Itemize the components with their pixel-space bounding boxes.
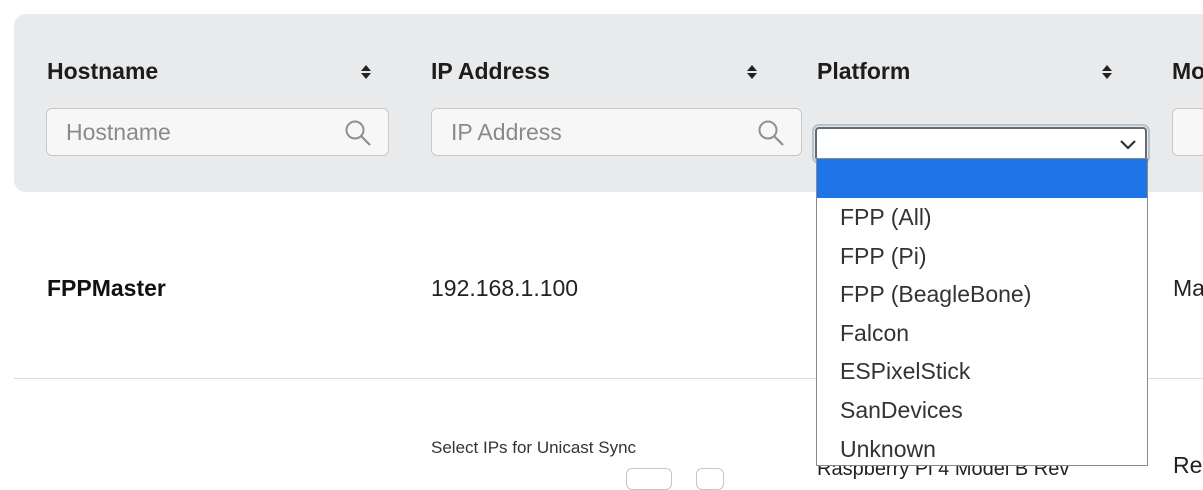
sort-icon[interactable] [360, 64, 372, 80]
column-title-hostname[interactable]: Hostname [47, 58, 158, 85]
platform-option-fpp-pi[interactable]: FPP (Pi) [817, 237, 1147, 276]
unicast-ip-select[interactable] [626, 468, 672, 490]
platform-filter-select[interactable] [812, 124, 1150, 164]
unicast-sync-label: Select IPs for Unicast Sync [431, 438, 637, 457]
column-title-platform[interactable]: Platform [817, 58, 910, 85]
row-hostname[interactable]: FPPMaster [47, 275, 166, 302]
unicast-ip-checkbox[interactable] [696, 468, 724, 490]
column-title-mode[interactable]: Mo [1172, 58, 1203, 85]
platform-option-fpp-beaglebone[interactable]: FPP (BeagleBone) [817, 275, 1147, 314]
platform-option-espixelstick[interactable]: ESPixelStick [817, 352, 1147, 391]
ip-address-filter[interactable] [431, 108, 802, 156]
hostname-filter-input[interactable] [47, 109, 388, 155]
platform-option-falcon[interactable]: Falcon [817, 314, 1147, 353]
row-ip-address[interactable]: 192.168.1.100 [431, 275, 578, 302]
platform-option-unknown[interactable]: Unknown [817, 430, 1147, 469]
sort-icon[interactable] [1101, 64, 1113, 80]
platform-dropdown-list[interactable]: FPP (All) FPP (Pi) FPP (BeagleBone) Falc… [816, 158, 1148, 466]
mode-filter[interactable] [1172, 108, 1203, 156]
row-mode: Ma [1173, 275, 1203, 301]
platform-option-sandevices[interactable]: SanDevices [817, 391, 1147, 430]
search-icon [345, 120, 371, 146]
chevron-down-icon [1120, 140, 1136, 150]
search-icon [758, 120, 784, 146]
sort-icon[interactable] [746, 64, 758, 80]
column-title-ip-address[interactable]: IP Address [431, 58, 550, 85]
hostname-filter[interactable] [46, 108, 389, 156]
platform-option-blank[interactable] [817, 159, 1147, 198]
platform-option-fpp-all[interactable]: FPP (All) [817, 198, 1147, 237]
platform-options: FPP (All) FPP (Pi) FPP (BeagleBone) Falc… [817, 159, 1147, 468]
ip-address-filter-input[interactable] [432, 109, 801, 155]
